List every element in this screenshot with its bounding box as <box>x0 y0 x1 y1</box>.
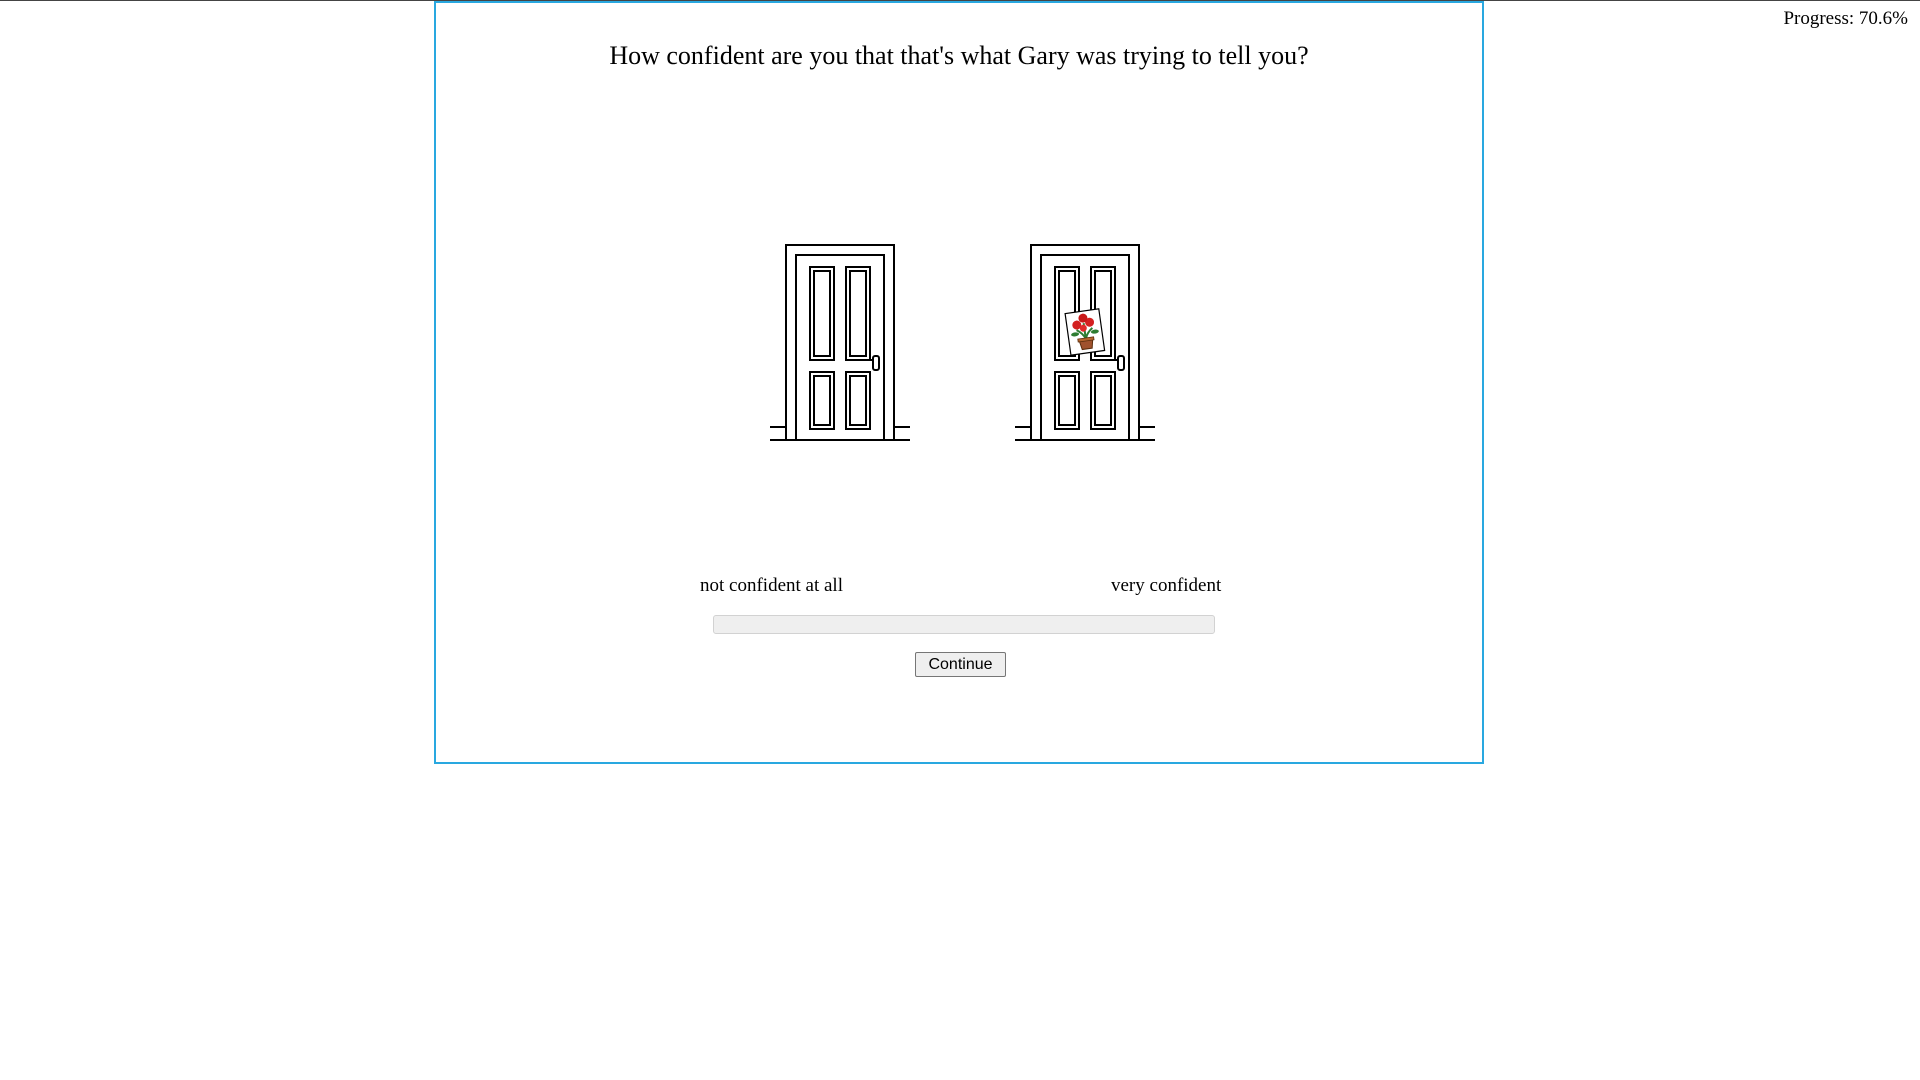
scale-min-label: not confident at all <box>700 575 843 596</box>
door-icon <box>770 244 910 441</box>
door-left <box>770 243 910 448</box>
flower-pot-icon <box>1064 308 1106 356</box>
continue-button[interactable]: Continue <box>915 652 1006 677</box>
question-text: How confident are you that that's what G… <box>609 41 1309 70</box>
door-icon <box>1015 244 1155 441</box>
progress-indicator: Progress: 70.6% <box>1783 8 1908 29</box>
task-frame: How confident are you that that's what G… <box>434 1 1484 764</box>
door-right <box>1015 243 1155 448</box>
scale-max-label: very confident <box>1111 575 1222 596</box>
confidence-slider[interactable] <box>713 615 1215 634</box>
